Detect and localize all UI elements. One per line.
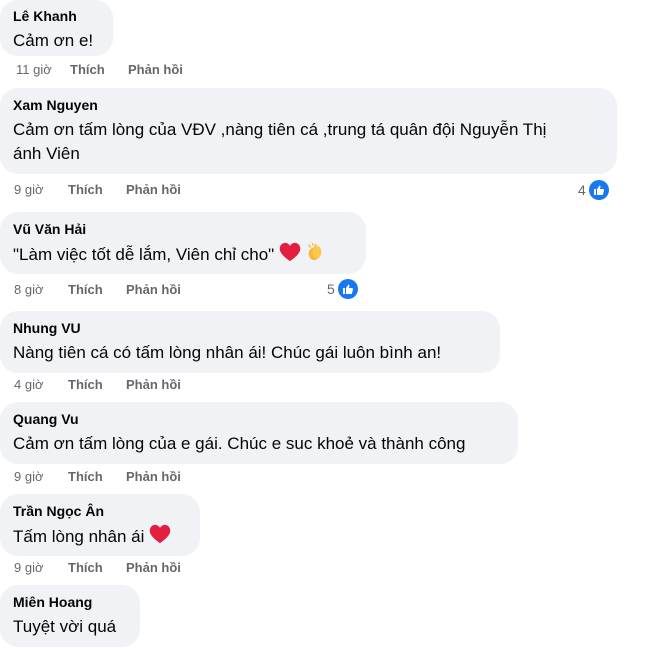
like-button[interactable]: Thích	[68, 377, 126, 392]
like-button[interactable]: Thích	[68, 560, 126, 575]
comment-text: "Làm việc tốt dễ lắm, Viên chỉ cho"	[13, 242, 354, 269]
comment-time[interactable]: 11 giờ	[16, 62, 70, 77]
like-button[interactable]: Thích	[68, 469, 126, 484]
like-thumb-icon	[588, 180, 609, 200]
like-button[interactable]: Thích	[70, 62, 128, 77]
comment-time[interactable]: 8 giờ	[14, 282, 68, 297]
comment-meta: 4 giờ Thích Phản hồi	[14, 377, 181, 392]
comment-author[interactable]: Lê Khanh	[13, 7, 101, 25]
comment-meta: 11 giờ Thích Phản hồi	[16, 62, 183, 77]
comment-text-line: Cảm ơn tấm lòng của VĐV ,nàng tiên cá ,t…	[13, 120, 547, 139]
comment-meta: 9 giờ Thích Phản hồi	[14, 469, 181, 484]
comment-author[interactable]: Trần Ngọc Ân	[13, 502, 188, 520]
like-button[interactable]: Thích	[68, 182, 126, 197]
comment-bubble: Trần Ngọc Ân Tấm lòng nhân ái	[0, 494, 200, 556]
comment-bubble: Lê Khanh Cảm ơn e!	[0, 0, 113, 56]
red-heart-emoji	[279, 242, 301, 269]
comment-time[interactable]: 9 giờ	[14, 560, 68, 575]
red-heart-emoji	[149, 524, 171, 551]
comment-meta: 9 giờ Thích Phản hồi	[14, 560, 181, 575]
comment-text: Nàng tiên cá có tấm lòng nhân ái! Chúc g…	[13, 343, 442, 362]
comment-bubble: Nhung VU Nàng tiên cá có tấm lòng nhân á…	[0, 311, 500, 373]
comment-time[interactable]: 4 giờ	[14, 377, 68, 392]
reply-button[interactable]: Phản hồi	[126, 560, 181, 575]
comment-time[interactable]: 9 giờ	[14, 469, 68, 484]
comment-text-line: ánh Viên	[13, 144, 80, 163]
comment-text-content: Tấm lòng nhân ái	[13, 526, 145, 546]
like-button[interactable]: Thích	[68, 282, 126, 297]
comment-author[interactable]: Miên Hoang	[13, 593, 128, 611]
reaction-count-number: 4	[578, 182, 586, 198]
comment-meta: 9 giờ Thích Phản hồi	[14, 182, 181, 197]
reaction-count-number: 5	[327, 281, 335, 297]
comment-time[interactable]: 9 giờ	[14, 182, 68, 197]
comment-text: Cảm ơn tấm lòng của e gái. Chúc e suc kh…	[13, 434, 466, 453]
comment-text: Cảm ơn e!	[13, 31, 94, 50]
reply-button[interactable]: Phản hồi	[126, 182, 181, 197]
comment-bubble: Miên Hoang Tuyệt vời quá	[0, 585, 140, 647]
comment-bubble: Xam Nguyen Cảm ơn tấm lòng của VĐV ,nàng…	[0, 88, 617, 174]
comment-bubble: Vũ Văn Hải "Làm việc tốt dễ lắm, Viên ch…	[0, 212, 366, 274]
comment-meta: 8 giờ Thích Phản hồi	[14, 282, 181, 297]
comment-author[interactable]: Nhung VU	[13, 319, 488, 337]
comment-bubble: Quang Vu Cảm ơn tấm lòng của e gái. Chúc…	[0, 402, 518, 464]
comment-author[interactable]: Quang Vu	[13, 410, 506, 428]
reply-button[interactable]: Phản hồi	[128, 62, 183, 77]
reply-button[interactable]: Phản hồi	[126, 377, 181, 392]
comment-text: Tấm lòng nhân ái	[13, 524, 188, 551]
clapping-hands-emoji	[306, 242, 324, 269]
comment-text: Tuyệt vời quá	[13, 617, 117, 636]
comment-text: Cảm ơn tấm lòng của VĐV ,nàng tiên cá ,t…	[13, 118, 605, 166]
comment-text-content: "Làm việc tốt dễ lắm, Viên chỉ cho"	[13, 244, 275, 264]
reaction-count[interactable]: 4	[578, 180, 609, 200]
comment-author[interactable]: Xam Nguyen	[13, 96, 605, 114]
reply-button[interactable]: Phản hồi	[126, 282, 181, 297]
reply-button[interactable]: Phản hồi	[126, 469, 181, 484]
comment-author[interactable]: Vũ Văn Hải	[13, 220, 354, 238]
like-thumb-icon	[337, 279, 358, 299]
reaction-count[interactable]: 5	[327, 279, 358, 299]
